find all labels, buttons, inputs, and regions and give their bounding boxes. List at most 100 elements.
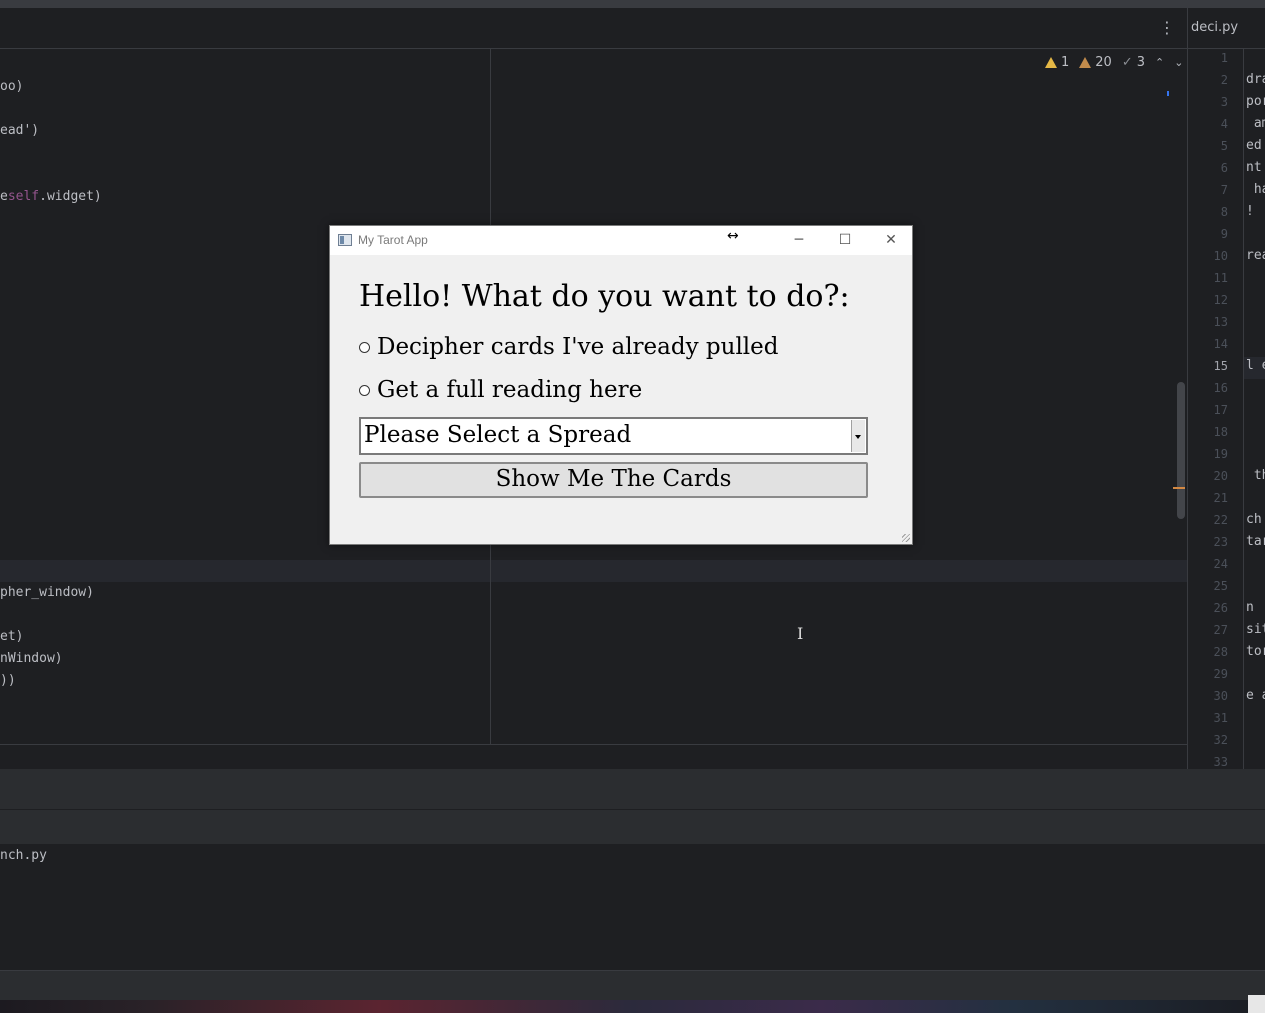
text-cursor-icon: I: [797, 624, 804, 643]
line-number: 8: [1220, 205, 1228, 219]
line-number: 11: [1213, 271, 1228, 285]
gutter-divider: [1243, 49, 1244, 769]
run-toolbar: [0, 810, 1265, 845]
line-number: 9: [1220, 227, 1228, 241]
code-line: eself.widget): [0, 189, 102, 204]
code-line: et): [0, 629, 24, 644]
line-number: 23: [1213, 535, 1228, 549]
chevron-down-icon[interactable]: ⌄: [1174, 56, 1183, 69]
console-line: nch.py: [0, 848, 47, 863]
line-number: 28: [1213, 645, 1228, 659]
page-title: Hello! What do you want to do?:: [359, 279, 850, 314]
line-number: 13: [1213, 315, 1228, 329]
line-number: 18: [1213, 425, 1228, 439]
resize-cursor-icon: ↔: [727, 228, 739, 244]
kebab-menu-icon[interactable]: ⋮: [1158, 16, 1176, 40]
editor-bottom-divider: [0, 744, 1187, 745]
os-taskbar: [0, 1000, 1265, 1013]
code-line: th: [1253, 468, 1265, 483]
line-number: 7: [1220, 183, 1228, 197]
line-number: 2: [1220, 73, 1228, 87]
app-window-icon: [338, 234, 352, 246]
taskbar-item[interactable]: [1248, 995, 1265, 1013]
editor-tab-deci[interactable]: deci.py: [1187, 8, 1265, 49]
line-number: 33: [1213, 755, 1228, 769]
weak-warning-icon: [1079, 56, 1092, 68]
editor-scrollbar[interactable]: [1177, 382, 1185, 519]
code-line: sit: [1246, 622, 1265, 637]
line-number: 31: [1213, 711, 1228, 725]
warning-count: 1: [1061, 54, 1070, 70]
option-full-reading-radio[interactable]: Get a full reading here: [359, 377, 642, 403]
line-number: 19: [1213, 447, 1228, 461]
line-number: 26: [1213, 601, 1228, 615]
line-number: 30: [1213, 689, 1228, 703]
code-line: l e: [1246, 358, 1265, 373]
window-title: My Tarot App: [358, 233, 428, 247]
current-line-highlight: [0, 560, 1187, 582]
run-console[interactable]: [0, 844, 1265, 970]
line-number: 22: [1213, 513, 1228, 527]
code-line: nWindow): [0, 651, 63, 666]
inspection-widget[interactable]: 1 20 ✓ 3 ⌃ ⌄: [1045, 54, 1183, 70]
spread-select-value: Please Select a Spread: [364, 422, 632, 448]
weak-warning-count: 20: [1095, 54, 1112, 70]
warning-icon: [1045, 56, 1057, 68]
show-cards-button[interactable]: Show Me The Cards: [359, 462, 868, 498]
scroll-marker: [1167, 91, 1169, 96]
ide-top-bar: [0, 0, 1265, 8]
line-number: 1: [1220, 51, 1228, 65]
code-line: am: [1253, 116, 1265, 131]
code-line: dra: [1246, 72, 1265, 87]
line-number: 4: [1220, 117, 1228, 131]
code-line: n: [1246, 600, 1254, 615]
minimize-button[interactable]: ─: [776, 226, 822, 255]
code-line: e a: [1246, 688, 1265, 703]
code-line: !: [1246, 204, 1254, 219]
code-line: nt: [1246, 160, 1262, 175]
close-button[interactable]: ✕: [868, 226, 914, 255]
window-titlebar[interactable]: My Tarot App ↔ ─ ☐ ✕: [330, 226, 912, 255]
line-number: 17: [1213, 403, 1228, 417]
tab-label: deci.py: [1191, 20, 1239, 35]
warning-marker[interactable]: [1173, 487, 1185, 489]
line-number: 29: [1213, 667, 1228, 681]
line-number: 15: [1213, 359, 1228, 373]
line-number: 12: [1213, 293, 1228, 307]
chevron-down-icon[interactable]: [851, 420, 865, 452]
line-number: 3: [1220, 95, 1228, 109]
radio-circle[interactable]: [359, 341, 370, 353]
radio-circle[interactable]: [359, 384, 370, 396]
line-number: 20: [1213, 469, 1228, 483]
line-number: 16: [1213, 381, 1228, 395]
option-label: Decipher cards I've already pulled: [377, 334, 779, 360]
line-number: 10: [1213, 249, 1228, 263]
spread-select[interactable]: Please Select a Spread: [359, 417, 868, 455]
line-number: 32: [1213, 733, 1228, 747]
resize-grip-icon[interactable]: [902, 534, 910, 542]
line-number: 24: [1213, 557, 1228, 571]
line-number: 25: [1213, 579, 1228, 593]
code-line: ch: [1246, 512, 1262, 527]
code-line: ed: [1246, 138, 1262, 153]
code-line: )): [0, 673, 16, 688]
tarot-app-window: My Tarot App ↔ ─ ☐ ✕ Hello! What do you …: [329, 225, 913, 545]
maximize-button[interactable]: ☐: [822, 226, 868, 255]
line-number: 6: [1220, 161, 1228, 175]
editor-tab-bar: [0, 8, 1187, 49]
code-line: ead'): [0, 123, 40, 138]
code-line: por: [1246, 94, 1265, 109]
chevron-up-icon[interactable]: ⌃: [1155, 56, 1164, 69]
tool-window-header: [0, 769, 1265, 810]
option-decipher-radio[interactable]: Decipher cards I've already pulled: [359, 334, 779, 360]
typo-icon: ✓: [1121, 54, 1133, 70]
code-line: ha: [1253, 182, 1265, 197]
option-label: Get a full reading here: [377, 377, 643, 403]
code-line: pher_window): [0, 585, 94, 600]
code-line: tar: [1246, 534, 1265, 549]
typo-count: 3: [1136, 54, 1146, 70]
code-line: tor: [1246, 644, 1265, 659]
line-number: 21: [1213, 491, 1228, 505]
code-line: rea: [1246, 248, 1265, 263]
code-line: oo): [0, 79, 24, 94]
